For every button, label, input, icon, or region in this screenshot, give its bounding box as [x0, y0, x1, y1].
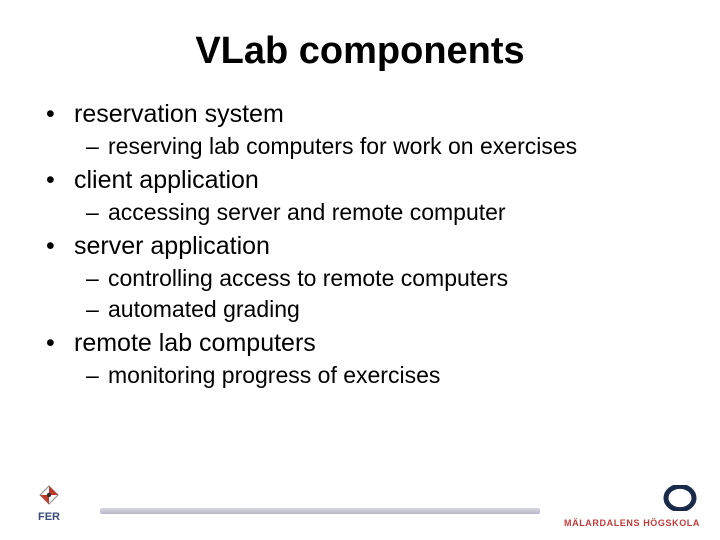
dash-icon: – [86, 198, 108, 227]
dash-icon: – [86, 295, 108, 324]
footer-divider [100, 508, 540, 514]
bullet-item: • server application [46, 231, 680, 262]
bullet-icon: • [46, 165, 74, 196]
sub-bullet-text: accessing server and remote computer [108, 198, 506, 227]
bullet-icon: • [46, 328, 74, 359]
bullet-text: reservation system [74, 99, 284, 130]
sub-bullet-text: reserving lab computers for work on exer… [108, 132, 577, 161]
slide-content: • reservation system – reserving lab com… [40, 99, 680, 390]
mdh-logo-text: MÄLARDALENS HÖGSKOLA [564, 518, 700, 528]
slide-footer: FER MÄLARDALENS HÖGSKOLA [0, 480, 720, 528]
bullet-icon: • [46, 231, 74, 262]
bullet-item: • client application [46, 165, 680, 196]
bullet-text: server application [74, 231, 270, 262]
bullet-item: • reservation system [46, 99, 680, 130]
sub-bullet-text: automated grading [108, 295, 300, 324]
sub-bullet-text: monitoring progress of exercises [108, 361, 440, 390]
dash-icon: – [86, 264, 108, 293]
dash-icon: – [86, 132, 108, 161]
fer-logo-text: FER [38, 511, 60, 523]
sub-bullet-text: controlling access to remote computers [108, 264, 508, 293]
mdh-logo: MÄLARDALENS HÖGSKOLA [564, 485, 700, 528]
fer-logo: FER [24, 483, 74, 528]
slide-title: VLab components [40, 30, 680, 73]
sub-bullet-item: – controlling access to remote computers [86, 264, 680, 293]
slide: VLab components • reservation system – r… [0, 0, 720, 540]
bullet-text: client application [74, 165, 259, 196]
bullet-icon: • [46, 99, 74, 130]
sub-bullet-item: – automated grading [86, 295, 680, 324]
sub-bullet-item: – reserving lab computers for work on ex… [86, 132, 680, 161]
sub-bullet-item: – monitoring progress of exercises [86, 361, 680, 390]
bullet-item: • remote lab computers [46, 328, 680, 359]
dash-icon: – [86, 361, 108, 390]
sub-bullet-item: – accessing server and remote computer [86, 198, 680, 227]
bullet-text: remote lab computers [74, 328, 316, 359]
